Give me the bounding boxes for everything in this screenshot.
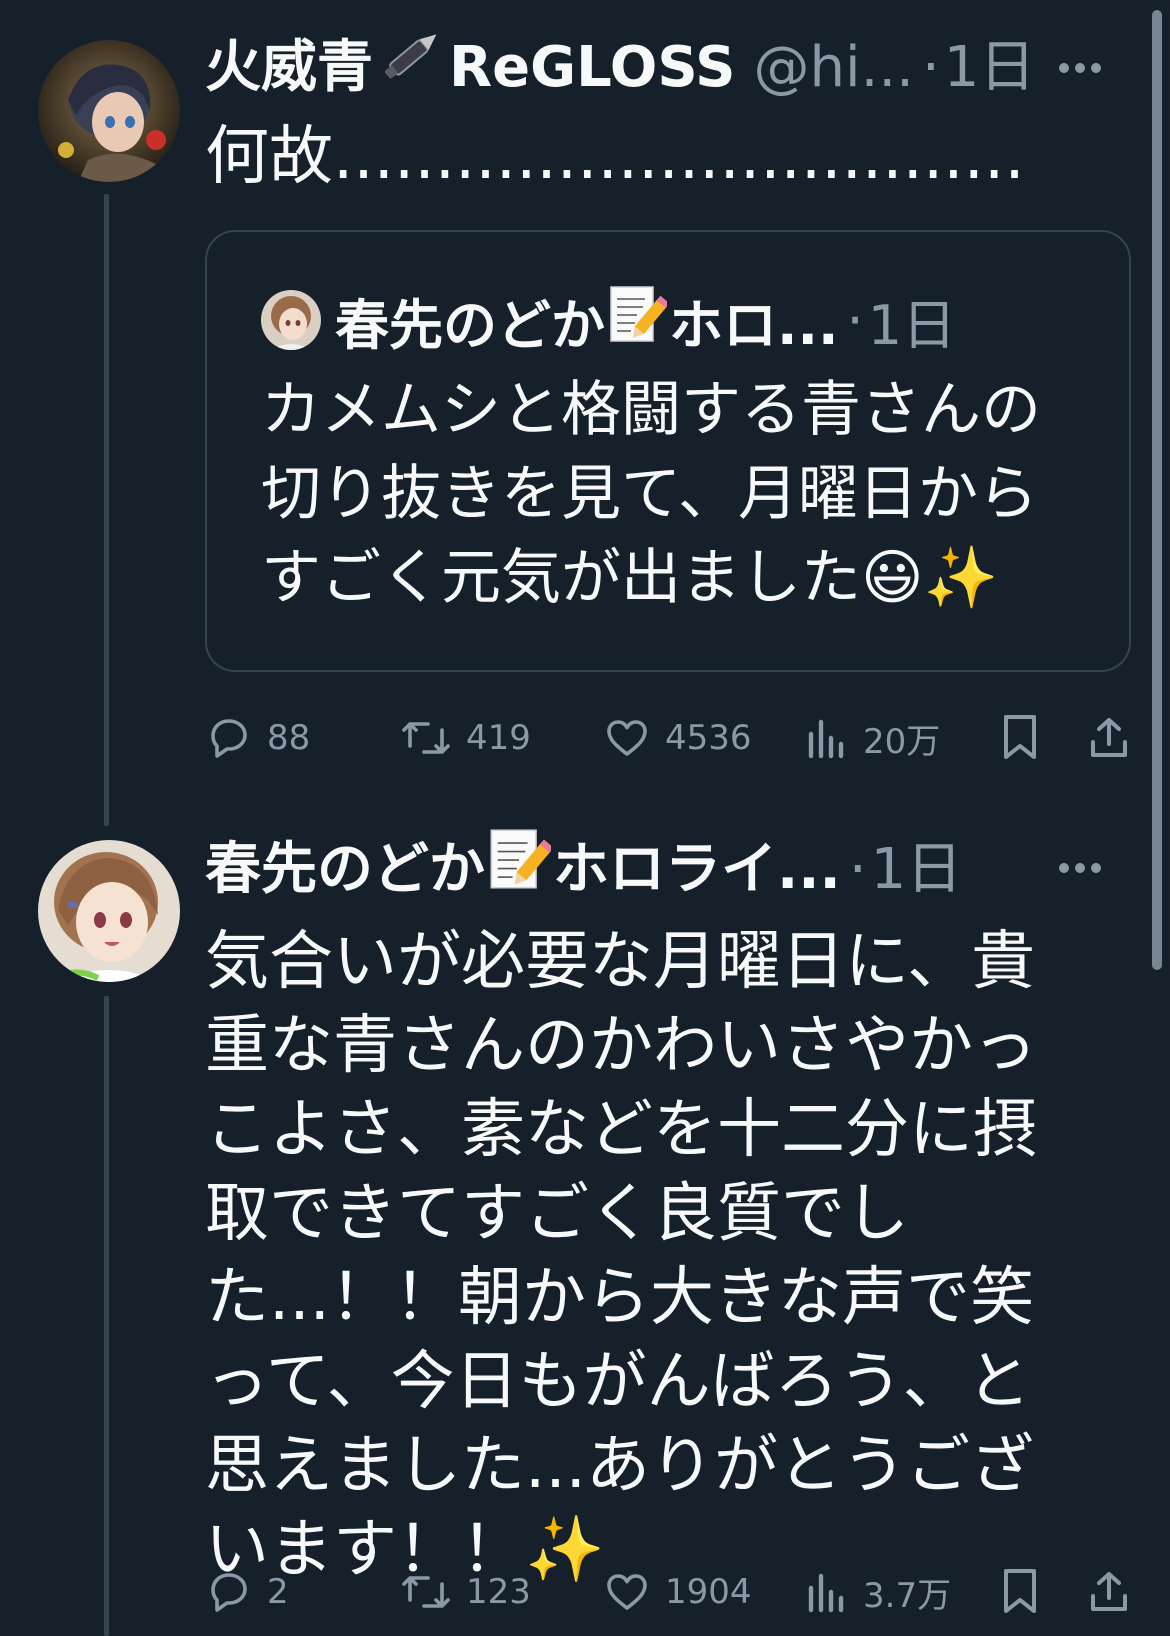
separator-dot: · (848, 837, 867, 902)
repost-button[interactable]: 419 (400, 708, 531, 768)
quote-avatar (261, 290, 321, 350)
reply-count: 2 (267, 1572, 289, 1612)
timestamp[interactable]: 1日 (868, 281, 956, 360)
user-avatar-icon (261, 290, 321, 350)
views-count: 3.7万 (863, 1575, 952, 1616)
views-button[interactable]: 20万 (805, 708, 940, 768)
bookmark-button[interactable] (998, 1562, 1042, 1622)
display-name[interactable]: 火威青 (205, 28, 373, 108)
timestamp[interactable]: 1日 (944, 28, 1036, 108)
quote-header: 春先のどか ホロ... · 1日 (261, 280, 956, 360)
reply-button[interactable]: 88 (205, 708, 310, 768)
heart-icon (607, 1574, 647, 1610)
reply-icon (211, 719, 247, 758)
separator-dot: · (921, 35, 940, 100)
bar-chart-icon (808, 719, 844, 759)
share-icon (1091, 1572, 1127, 1611)
timestamp[interactable]: 1日 (871, 830, 963, 910)
repost-icon (402, 722, 450, 754)
like-button[interactable]: 4536 (603, 708, 752, 768)
more-icon (1059, 63, 1101, 73)
display-name[interactable]: 春先のどか (335, 281, 605, 360)
repost-button[interactable]: 123 (400, 1562, 531, 1622)
user-avatar-icon (38, 40, 180, 182)
tweet-header: 火威青 ReGLOSS @hi... · 1日 (205, 28, 1035, 108)
display-name-suffix[interactable]: ホロライ... (553, 830, 841, 910)
bookmark-icon (1004, 715, 1036, 759)
more-options-button[interactable] (1050, 848, 1110, 888)
thread-line (104, 996, 109, 1636)
like-count: 4536 (665, 718, 752, 758)
tweet-text: 何故.................................. (205, 120, 1025, 194)
bookmark-icon (1004, 1569, 1036, 1613)
share-button[interactable] (1085, 1562, 1133, 1622)
user-avatar-icon (38, 840, 180, 982)
share-button[interactable] (1085, 708, 1133, 768)
action-bar: 88 419 4536 20万 (205, 708, 1135, 768)
tweet-text: 気合いが必要な月曜日に、貴重な青さんのかわいさやかっこよさ、素などを十二分に摂取… (205, 925, 1037, 1587)
more-icon (1059, 863, 1101, 873)
scrollbar[interactable] (1152, 10, 1162, 970)
more-options-button[interactable] (1050, 48, 1110, 88)
thread-line (104, 194, 109, 826)
quote-text: カメムシと格闘する青さんの切り抜きを見て、月曜日からすごく元気が出ました😃✨ (261, 375, 1041, 613)
like-count: 1904 (665, 1572, 752, 1612)
like-button[interactable]: 1904 (603, 1562, 752, 1622)
tweet-header: 春先のどか ホロライ... · 1日 (205, 829, 963, 910)
views-count: 20万 (863, 721, 941, 762)
reply-button[interactable]: 2 (205, 1562, 289, 1622)
memo-icon (487, 826, 554, 914)
heart-icon (607, 720, 647, 756)
display-name-suffix[interactable]: ReGLOSS (449, 28, 736, 108)
tweet[interactable]: 春先のどか ホロライ... · 1日 気合いが必要な月曜日に、貴重な青さんのかわ… (0, 829, 1150, 1636)
display-name[interactable]: 春先のどか (205, 830, 485, 910)
tweet[interactable]: 火威青 ReGLOSS @hi... · 1日 何故..............… (0, 0, 1150, 830)
repost-count: 123 (466, 1572, 531, 1612)
separator-dot: · (846, 288, 864, 352)
quoted-tweet[interactable]: 春先のどか ホロ... · 1日 カメムシと格闘する青さんの切り抜きを見て、月曜… (205, 230, 1131, 672)
fountain-pen-icon (375, 25, 447, 111)
display-name-suffix[interactable]: ホロ... (669, 281, 839, 360)
views-button[interactable]: 3.7万 (805, 1562, 951, 1622)
reply-icon (211, 1573, 247, 1612)
repost-count: 419 (466, 718, 531, 758)
avatar[interactable] (38, 40, 180, 182)
handle[interactable]: @hi... (754, 28, 914, 108)
repost-icon (402, 1576, 450, 1608)
avatar[interactable] (38, 840, 180, 982)
bookmark-button[interactable] (998, 708, 1042, 768)
reply-count: 88 (267, 718, 311, 758)
bar-chart-icon (808, 1573, 844, 1613)
action-bar: 2 123 1904 3.7万 (205, 1562, 1135, 1622)
memo-icon (607, 283, 670, 358)
share-icon (1091, 718, 1127, 757)
